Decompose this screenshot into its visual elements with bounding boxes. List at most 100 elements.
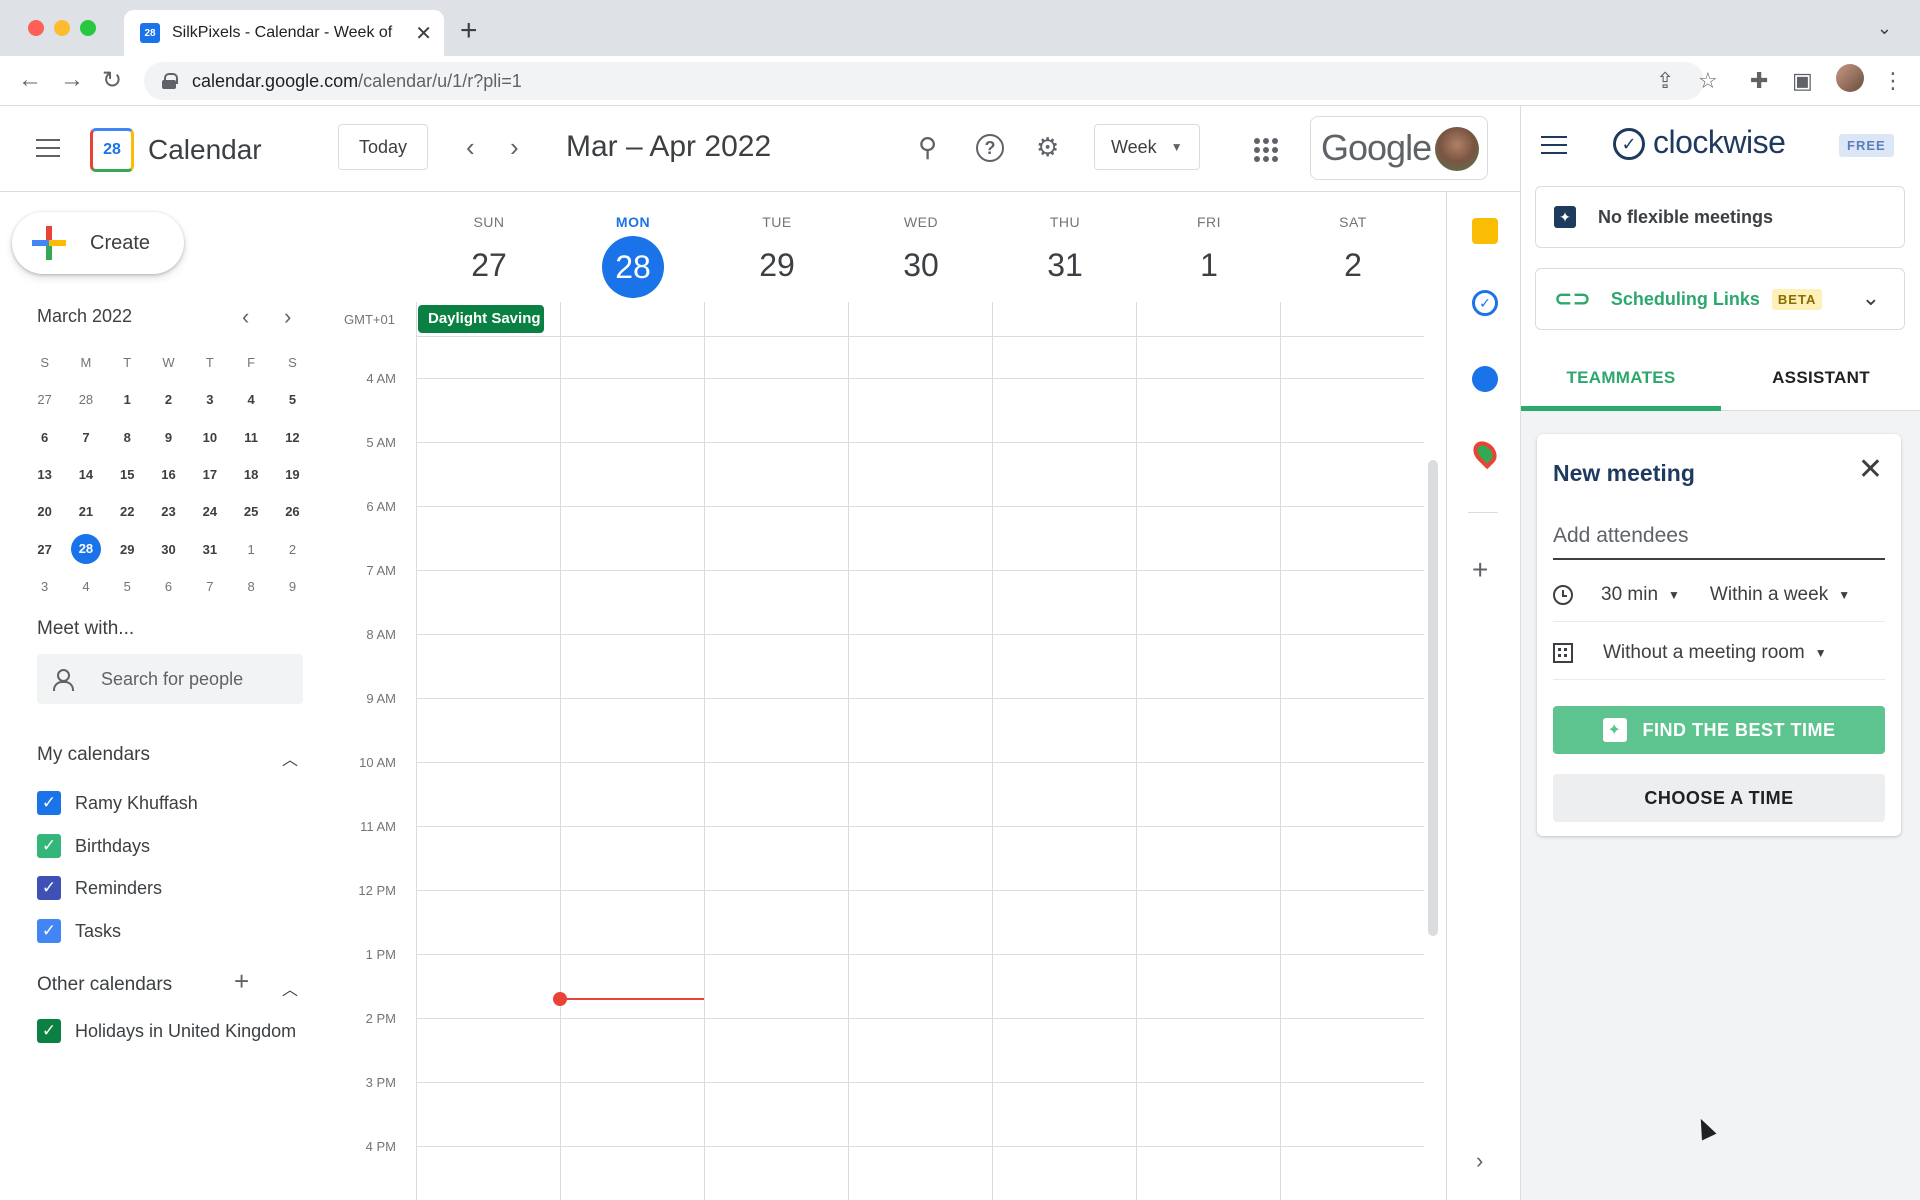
close-icon[interactable]: ✕: [1858, 452, 1883, 487]
mini-day[interactable]: 12: [272, 430, 313, 445]
mini-day[interactable]: 2: [148, 392, 189, 407]
tab-assistant[interactable]: ASSISTANT: [1721, 368, 1920, 388]
tab-search-chevron-icon[interactable]: ⌄: [1877, 18, 1892, 39]
scheduling-links-card[interactable]: ⊂⊃ Scheduling Links BETA ⌄: [1535, 268, 1905, 330]
mini-day[interactable]: 15: [107, 467, 148, 482]
day-number[interactable]: 2: [1281, 236, 1425, 294]
mini-day[interactable]: 30: [148, 542, 189, 557]
mini-day[interactable]: 29: [107, 542, 148, 557]
bookmark-star-icon[interactable]: ☆: [1698, 68, 1718, 94]
mini-day[interactable]: 20: [24, 504, 65, 519]
mini-day[interactable]: 9: [272, 579, 313, 594]
extensions-puzzle-icon[interactable]: ✚: [1750, 68, 1768, 94]
window-dropdown[interactable]: Within a week ▼: [1710, 584, 1850, 606]
mini-day[interactable]: 22: [107, 504, 148, 519]
share-icon[interactable]: ⇪: [1656, 68, 1674, 94]
next-week-icon[interactable]: ›: [510, 132, 519, 163]
calendar-item[interactable]: ✓ Ramy Khuffash: [37, 788, 198, 818]
mini-day[interactable]: 1: [230, 542, 271, 557]
mini-day[interactable]: 6: [24, 430, 65, 445]
mini-day[interactable]: 2: [272, 542, 313, 557]
day-header-fri[interactable]: FRI 1: [1137, 214, 1281, 294]
clockwise-menu-icon[interactable]: [1541, 136, 1567, 154]
back-arrow-icon[interactable]: ←: [18, 66, 42, 94]
day-header-thu[interactable]: THU 31: [993, 214, 1137, 294]
day-number[interactable]: 28: [561, 236, 705, 298]
calendar-item[interactable]: ✓ Tasks: [37, 916, 121, 946]
day-header-sun[interactable]: SUN 27: [417, 214, 561, 294]
mini-day[interactable]: 1: [107, 392, 148, 407]
checkbox-checked-icon[interactable]: ✓: [37, 1019, 61, 1043]
day-header-mon-today[interactable]: MON 28: [561, 214, 705, 298]
mini-day[interactable]: 5: [272, 392, 313, 407]
day-number[interactable]: 31: [993, 236, 1137, 294]
my-calendars-title[interactable]: My calendars: [37, 744, 150, 766]
mini-day[interactable]: 26: [272, 504, 313, 519]
add-attendees-input[interactable]: Add attendees: [1553, 514, 1885, 560]
mini-day[interactable]: 4: [65, 579, 106, 594]
checkbox-checked-icon[interactable]: ✓: [37, 876, 61, 900]
side-panel-icon[interactable]: ▣: [1792, 68, 1813, 94]
chevron-up-icon[interactable]: ︿: [282, 976, 298, 1000]
mini-day[interactable]: 3: [24, 579, 65, 594]
mini-day[interactable]: 24: [189, 504, 230, 519]
tasks-check-icon[interactable]: ✓: [1472, 290, 1498, 316]
mini-day[interactable]: 27: [24, 542, 65, 557]
keep-icon[interactable]: [1472, 218, 1498, 244]
room-dropdown[interactable]: Without a meeting room ▼: [1603, 642, 1827, 664]
new-tab-icon[interactable]: +: [460, 14, 478, 48]
mini-day[interactable]: 10: [189, 430, 230, 445]
calendar-item[interactable]: ✓ Holidays in United Kingdom: [37, 1016, 296, 1046]
mini-day[interactable]: 28: [65, 392, 106, 407]
add-addon-plus-icon[interactable]: +: [1472, 554, 1488, 586]
window-minimize-button[interactable]: [54, 20, 70, 36]
chevron-up-icon[interactable]: ︿: [282, 746, 298, 770]
checkbox-checked-icon[interactable]: ✓: [37, 919, 61, 943]
day-number[interactable]: 30: [849, 236, 993, 294]
checkbox-checked-icon[interactable]: ✓: [37, 791, 61, 815]
choose-a-time-button[interactable]: CHOOSE A TIME: [1553, 774, 1885, 822]
settings-gear-icon[interactable]: ⚙: [1036, 132, 1059, 163]
mini-day[interactable]: 13: [24, 467, 65, 482]
mini-prev-month-icon[interactable]: ‹: [242, 304, 249, 330]
browser-profile-avatar[interactable]: [1836, 64, 1864, 92]
mini-day[interactable]: 11: [230, 430, 271, 445]
mini-day[interactable]: 25: [230, 504, 271, 519]
mini-day[interactable]: 5: [107, 579, 148, 594]
google-apps-icon[interactable]: [1254, 138, 1278, 162]
checkbox-checked-icon[interactable]: ✓: [37, 834, 61, 858]
mini-day[interactable]: 8: [107, 430, 148, 445]
grid-scrollbar[interactable]: [1428, 460, 1438, 936]
flexible-meetings-card[interactable]: ✦ No flexible meetings: [1535, 186, 1905, 248]
reload-icon[interactable]: ↻: [102, 66, 122, 95]
maps-pin-icon[interactable]: [1468, 436, 1502, 470]
day-header-wed[interactable]: WED 30: [849, 214, 993, 294]
mini-day[interactable]: 9: [148, 430, 189, 445]
allday-event-chip[interactable]: Daylight Saving: [418, 305, 544, 333]
today-button[interactable]: Today: [338, 124, 428, 170]
mini-day[interactable]: 16: [148, 467, 189, 482]
calendar-item[interactable]: ✓ Reminders: [37, 873, 162, 903]
week-time-grid[interactable]: [416, 302, 1424, 1200]
expand-panel-chevron-icon[interactable]: ›: [1476, 1148, 1483, 1174]
mini-next-month-icon[interactable]: ›: [284, 304, 291, 330]
add-calendar-plus-icon[interactable]: +: [234, 966, 249, 997]
tab-teammates[interactable]: TEAMMATES: [1521, 368, 1721, 388]
mini-day[interactable]: 7: [65, 430, 106, 445]
address-bar[interactable]: calendar.google.com/calendar/u/1/r?pli=1: [144, 62, 1704, 100]
help-icon[interactable]: ?: [976, 134, 1004, 162]
window-close-button[interactable]: [28, 20, 44, 36]
mini-day[interactable]: 6: [148, 579, 189, 594]
other-calendars-title[interactable]: Other calendars: [37, 974, 172, 996]
previous-week-icon[interactable]: ‹: [466, 132, 475, 163]
mini-day[interactable]: 8: [230, 579, 271, 594]
day-header-tue[interactable]: TUE 29: [705, 214, 849, 294]
day-number[interactable]: 1: [1137, 236, 1281, 294]
mini-day[interactable]: 7: [189, 579, 230, 594]
search-icon[interactable]: ⚲: [918, 132, 937, 163]
mini-day[interactable]: 19: [272, 467, 313, 482]
mini-day[interactable]: 4: [230, 392, 271, 407]
tab-close-icon[interactable]: ✕: [415, 21, 432, 46]
browser-tab-calendar[interactable]: 28 SilkPixels - Calendar - Week of ✕: [124, 10, 444, 56]
day-number[interactable]: 29: [705, 236, 849, 294]
